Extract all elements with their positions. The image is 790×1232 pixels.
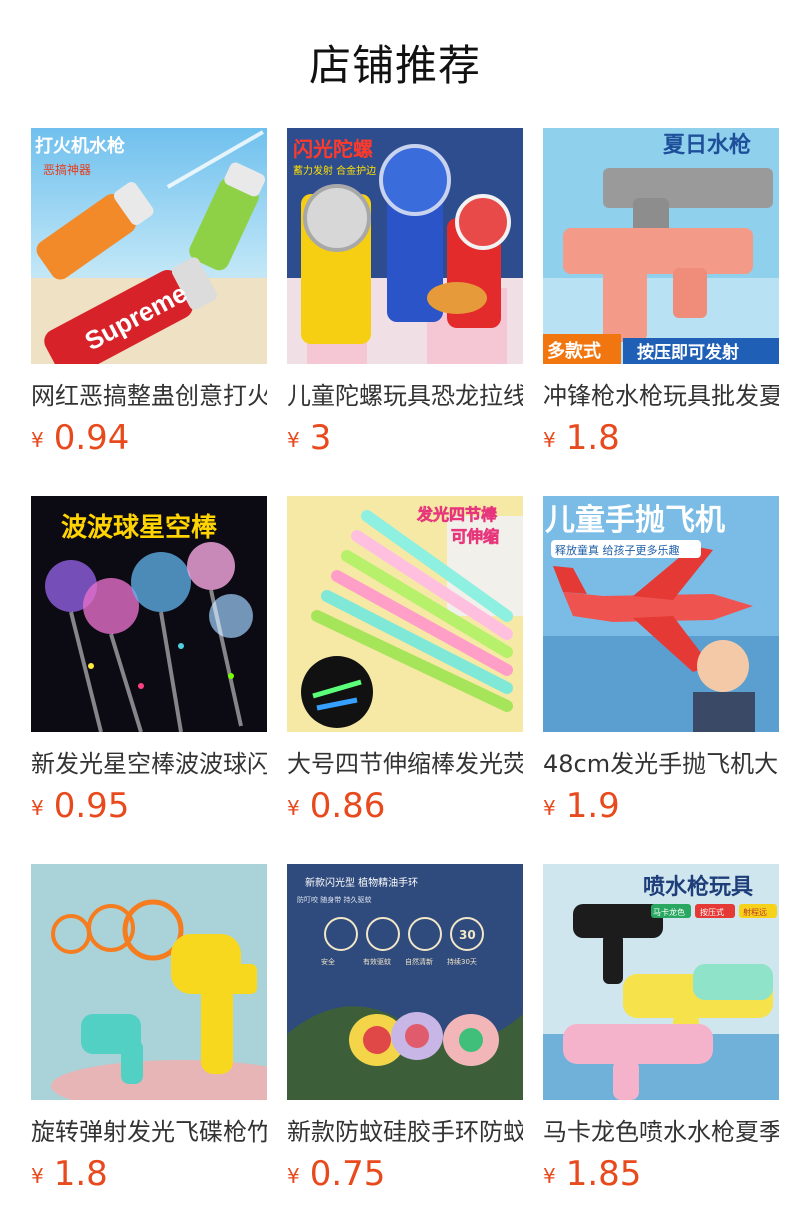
product-price: ¥1.8 <box>31 1152 108 1196</box>
telescopic-glow-stick-image: 发光四节棒 可伸缩 <box>287 496 523 732</box>
svg-text:按压式: 按压式 <box>700 907 724 917</box>
badge-text: 发光四节棒 <box>416 505 498 524</box>
badge-text: 儿童手抛飞机 <box>545 503 725 538</box>
svg-text:可伸缩: 可伸缩 <box>451 527 499 546</box>
submachine-water-gun-image: 夏日水枪 多款式 按压即可发射 <box>543 128 779 364</box>
price-value: 1.8 <box>565 418 620 458</box>
currency-symbol: ¥ <box>31 428 44 452</box>
product-image[interactable]: 波波球星空棒 <box>31 496 267 732</box>
flying-disc-gun-image <box>31 864 267 1100</box>
svg-text:有效驱蚊: 有效驱蚊 <box>363 957 391 966</box>
product-image[interactable]: 儿童手抛飞机 释放童真 给孩子更多乐趣 <box>543 496 779 732</box>
price-value: 0.75 <box>309 1154 386 1194</box>
product-image[interactable]: 夏日水枪 多款式 按压即可发射 <box>543 128 779 364</box>
badge-text: 喷水枪玩具 <box>643 874 753 900</box>
product-name[interactable]: 新发光星空棒波波球闪光玩具 <box>31 746 267 782</box>
svg-text:持续30天: 持续30天 <box>447 957 477 966</box>
product-card[interactable]: 发光四节棒 可伸缩 大号四节伸缩棒发光荧光棒 ¥0.86 <box>287 496 523 826</box>
badge-text: 打火机水枪 <box>35 135 125 157</box>
product-name[interactable]: 48cm发光手抛飞机大号泡沫 <box>543 746 779 782</box>
svg-text:恶搞神器: 恶搞神器 <box>43 162 91 177</box>
currency-symbol: ¥ <box>287 796 300 820</box>
product-price: ¥0.95 <box>31 784 129 828</box>
svg-text:释放童真 给孩子更多乐趣: 释放童真 给孩子更多乐趣 <box>555 543 680 557</box>
price-value: 0.95 <box>53 786 130 826</box>
price-value: 0.94 <box>53 418 130 458</box>
product-name[interactable]: 网红恶搞整蛊创意打火机水枪 <box>31 378 267 414</box>
product-price: ¥0.94 <box>31 416 129 460</box>
macaron-water-gun-image: 喷水枪玩具 马卡龙色 按压式 射程远 <box>543 864 779 1100</box>
product-price: ¥1.85 <box>543 1152 641 1196</box>
product-image[interactable]: 发光四节棒 可伸缩 <box>287 496 523 732</box>
price-value: 1.85 <box>565 1154 642 1194</box>
svg-text:蓄力发射 合金护边: 蓄力发射 合金护边 <box>293 164 376 177</box>
currency-symbol: ¥ <box>287 1164 300 1188</box>
svg-text:多款式: 多款式 <box>547 340 601 362</box>
product-price: ¥1.8 <box>543 416 620 460</box>
currency-symbol: ¥ <box>31 796 44 820</box>
price-value: 1.8 <box>53 1154 108 1194</box>
product-price: ¥0.86 <box>287 784 385 828</box>
svg-text:自然清新: 自然清新 <box>405 957 433 966</box>
product-image[interactable]: 30 安全 有效驱蚊 自然清新 持续30天 新款闪光型 植物精油手环 防叮咬 随… <box>287 864 523 1100</box>
product-price: ¥0.75 <box>287 1152 385 1196</box>
product-price: ¥3 <box>287 416 331 460</box>
svg-text:30: 30 <box>459 928 476 942</box>
product-image[interactable]: 喷水枪玩具 马卡龙色 按压式 射程远 <box>543 864 779 1100</box>
price-value: 0.86 <box>309 786 386 826</box>
currency-symbol: ¥ <box>287 428 300 452</box>
product-card[interactable]: 波波球星空棒 新发光星空棒波波球闪光玩具 ¥0.95 <box>31 496 267 826</box>
product-card[interactable]: 30 安全 有效驱蚊 自然清新 持续30天 新款闪光型 植物精油手环 防叮咬 随… <box>287 864 523 1194</box>
svg-text:按压即可发射: 按压即可发射 <box>637 342 739 363</box>
foam-plane-image: 儿童手抛飞机 释放童真 给孩子更多乐趣 <box>543 496 779 732</box>
spinning-top-image: 闪光陀螺 蓄力发射 合金护边 <box>287 128 523 364</box>
currency-symbol: ¥ <box>31 1164 44 1188</box>
page-title: 店铺推荐 <box>308 41 481 90</box>
currency-symbol: ¥ <box>543 1164 556 1188</box>
product-card[interactable]: 夏日水枪 多款式 按压即可发射 冲锋枪水枪玩具批发夏日戏水 ¥1.8 <box>543 128 779 458</box>
badge-text: 夏日水枪 <box>663 132 751 158</box>
product-image[interactable]: Supreme 打火机水枪 恶搞神器 <box>31 128 267 364</box>
product-card[interactable]: 儿童手抛飞机 释放童真 给孩子更多乐趣 48cm发光手抛飞机大号泡沫 ¥1.9 <box>543 496 779 826</box>
product-image[interactable]: 闪光陀螺 蓄力发射 合金护边 <box>287 128 523 364</box>
product-card[interactable]: 喷水枪玩具 马卡龙色 按压式 射程远 马卡龙色喷水水枪夏季戏水 ¥1.85 <box>543 864 779 1194</box>
badge-text: 波波球星空棒 <box>61 512 218 543</box>
svg-text:防叮咬 随身带 持久驱蚊: 防叮咬 随身带 持久驱蚊 <box>297 895 371 904</box>
product-price: ¥1.9 <box>543 784 620 828</box>
product-card[interactable]: Supreme 打火机水枪 恶搞神器 网红恶搞整蛊创意打火机水枪 ¥0.94 <box>31 128 267 458</box>
product-name[interactable]: 冲锋枪水枪玩具批发夏日戏水 <box>543 378 779 414</box>
product-card[interactable]: 旋转弹射发光飞碟枪竹蜻蜓 ¥1.8 <box>31 864 267 1194</box>
product-name[interactable]: 新款防蚊硅胶手环防蚊扣 <box>287 1114 523 1150</box>
product-card[interactable]: 闪光陀螺 蓄力发射 合金护边 儿童陀螺玩具恐龙拉线发射器 ¥3 <box>287 128 523 458</box>
badge-text: 新款闪光型 植物精油手环 <box>305 876 418 889</box>
currency-symbol: ¥ <box>543 796 556 820</box>
product-name[interactable]: 儿童陀螺玩具恐龙拉线发射器 <box>287 378 523 414</box>
svg-text:马卡龙色: 马卡龙色 <box>653 907 685 917</box>
badge-text: 闪光陀螺 <box>293 137 373 161</box>
price-value: 1.9 <box>565 786 620 826</box>
price-value: 3 <box>309 418 332 458</box>
svg-text:安全: 安全 <box>321 957 335 966</box>
product-name[interactable]: 旋转弹射发光飞碟枪竹蜻蜓 <box>31 1114 267 1150</box>
product-image[interactable] <box>31 864 267 1100</box>
product-name[interactable]: 大号四节伸缩棒发光荧光棒 <box>287 746 523 782</box>
svg-text:射程远: 射程远 <box>743 907 767 917</box>
currency-symbol: ¥ <box>543 428 556 452</box>
lighter-water-gun-image: Supreme 打火机水枪 恶搞神器 <box>31 128 267 364</box>
mosquito-bracelet-image: 30 安全 有效驱蚊 自然清新 持续30天 新款闪光型 植物精油手环 防叮咬 随… <box>287 864 523 1100</box>
starry-wand-image: 波波球星空棒 <box>31 496 267 732</box>
product-name[interactable]: 马卡龙色喷水水枪夏季戏水 <box>543 1114 779 1150</box>
